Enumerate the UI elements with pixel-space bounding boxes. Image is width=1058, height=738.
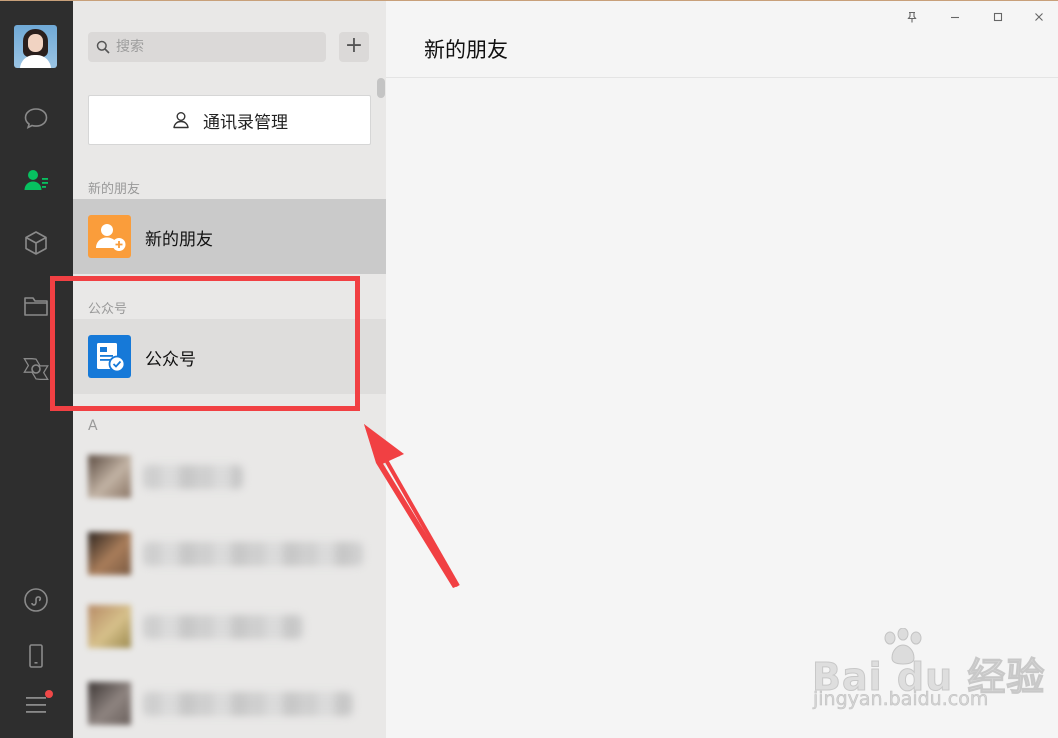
chat-icon[interactable]	[22, 104, 50, 132]
search-input[interactable]	[116, 32, 321, 62]
contact-name	[143, 542, 363, 566]
page-title: 新的朋友	[424, 38, 508, 62]
contacts-manage-button[interactable]: 通讯录管理	[88, 95, 371, 145]
user-avatar[interactable]	[14, 25, 57, 68]
moments-icon[interactable]	[22, 355, 50, 383]
watermark-url: jingyan.baidu.com	[813, 688, 989, 711]
contact-name	[143, 615, 303, 639]
contact-avatar	[88, 682, 131, 725]
notification-dot	[45, 690, 53, 698]
mini-program-icon[interactable]	[22, 586, 50, 614]
list-item-new-friends[interactable]: 新的朋友	[73, 199, 386, 274]
person-outline-icon	[173, 112, 189, 129]
section-title-letter-a: A	[88, 418, 98, 434]
contact-row[interactable]	[73, 674, 386, 734]
phone-icon[interactable]	[22, 642, 50, 670]
pin-icon[interactable]	[901, 6, 923, 28]
contact-name	[143, 465, 243, 489]
highlight-box	[50, 276, 360, 411]
new-friend-icon	[88, 215, 131, 258]
title-divider	[386, 77, 1058, 78]
add-button[interactable]: +	[339, 32, 369, 62]
window-top-border	[0, 0, 1058, 1]
contact-avatar	[88, 455, 131, 498]
maximize-icon[interactable]	[987, 6, 1009, 28]
favorites-cube-icon[interactable]	[22, 229, 50, 257]
annotation-arrow	[364, 424, 460, 588]
content-panel: 新的朋友	[386, 0, 1058, 738]
close-icon[interactable]	[1028, 6, 1050, 28]
contacts-icon[interactable]	[22, 166, 50, 194]
new-friends-label: 新的朋友	[145, 230, 213, 250]
contact-avatar	[88, 532, 131, 575]
contact-avatar	[88, 605, 131, 648]
contact-row[interactable]	[73, 524, 386, 584]
section-title-new-friends: 新的朋友	[88, 182, 141, 197]
contacts-manage-label: 通讯录管理	[203, 112, 288, 133]
folder-icon[interactable]	[22, 292, 50, 320]
contact-row[interactable]	[73, 447, 386, 507]
minimize-icon[interactable]	[944, 6, 966, 28]
contact-name	[143, 692, 353, 716]
search-icon	[96, 40, 110, 54]
search-box[interactable]	[88, 32, 326, 62]
scrollbar-thumb[interactable]	[377, 78, 385, 98]
contact-row[interactable]	[73, 597, 386, 657]
